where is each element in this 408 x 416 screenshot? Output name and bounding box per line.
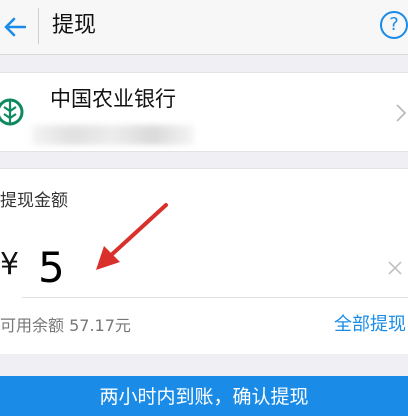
amount-divider: [22, 297, 408, 298]
page-title: 提现: [52, 13, 97, 38]
bank-card-row[interactable]: 中国农业银行: [0, 72, 408, 152]
masked-account-number: [32, 125, 194, 145]
withdraw-amount-panel: 提现金额 ¥ 可用余额 57.17元 全部提现: [0, 168, 408, 354]
arrow-left-icon: [4, 17, 26, 37]
bank-name: 中国农业银行: [50, 87, 176, 111]
close-icon[interactable]: [386, 259, 404, 277]
chevron-right-icon: [396, 104, 406, 122]
title-divider: [38, 8, 39, 44]
currency-symbol: ¥: [0, 247, 20, 282]
help-button[interactable]: ?: [380, 11, 408, 39]
amount-input[interactable]: [38, 243, 368, 293]
withdraw-all-link[interactable]: 全部提现: [334, 313, 406, 337]
bank-logo-icon: [0, 98, 24, 126]
top-bar: 提现 ?: [0, 0, 408, 55]
available-balance: 可用余额 57.17元: [0, 316, 131, 335]
back-button[interactable]: [0, 6, 30, 48]
confirm-withdraw-button[interactable]: 两小时内到账，确认提现: [0, 376, 408, 416]
amount-label: 提现金额: [0, 191, 68, 211]
